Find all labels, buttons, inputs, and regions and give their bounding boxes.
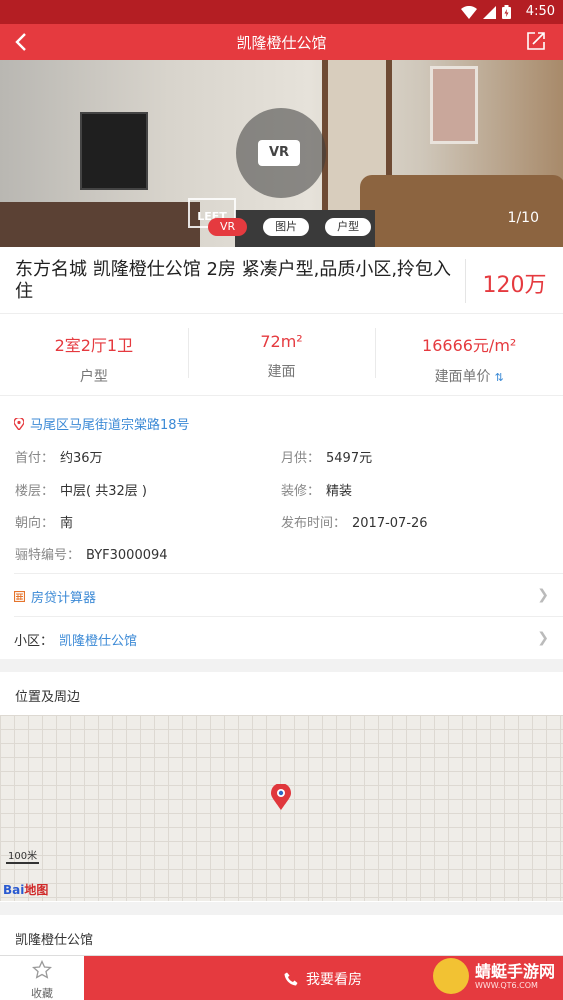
listing-header: 东方名城 凯隆橙仕公馆 2房 紧凑户型,品质小区,拎包入住 120万 xyxy=(0,247,563,314)
listing-details: 马尾区马尾街道宗棠路18号 首付： 约36万 月供： 5497元 楼层： 中层( 共3… xyxy=(0,396,563,659)
listing-title: 东方名城 凯隆橙仕公馆 2房 紧凑户型,品质小区,拎包入住 xyxy=(15,259,452,302)
publish-date-info: 发布时间： 2017-07-26 xyxy=(281,512,428,531)
listing-code-label: 骊特编号： xyxy=(15,548,81,563)
stat-unit-price-label: 建面单价 xyxy=(434,369,491,385)
stat-layout: 2室2厅1卫 户型 xyxy=(0,314,188,395)
gallery-tabs: VR 图片 户型 xyxy=(208,218,372,236)
orientation-label: 朝向： xyxy=(15,516,55,531)
wifi-icon xyxy=(461,5,477,19)
battery-icon xyxy=(502,5,511,19)
top-nav-bar: 凯隆橙仕公馆 xyxy=(0,24,563,60)
book-viewing-label: 我要看房 xyxy=(306,972,362,988)
stat-unit-price-value: 16666元/m² xyxy=(422,336,517,355)
mortgage-calculator-label: 房贷计算器 xyxy=(31,591,97,606)
status-bar: 4:50 xyxy=(0,0,563,24)
decoration-info: 装修： 精装 xyxy=(281,480,352,499)
address-row[interactable]: 马尾区马尾街道宗棠路18号 xyxy=(14,414,190,433)
decoration-value: 精装 xyxy=(326,484,353,499)
photo-counter: 1/10 xyxy=(507,210,539,226)
monthly-payment: 月供： 5497元 xyxy=(281,447,372,466)
down-payment-value: 约36万 xyxy=(60,451,103,466)
stat-layout-label: 户型 xyxy=(79,369,108,385)
decoration-label: 装修： xyxy=(281,484,321,499)
location-section-title: 位置及周边 xyxy=(15,690,81,705)
star-icon xyxy=(31,959,53,979)
location-map[interactable]: 100米 Bai地图 xyxy=(0,715,563,901)
floor-label: 楼层： xyxy=(15,484,55,499)
monthly-payment-label: 月供： xyxy=(281,451,321,466)
community-row[interactable]: 小区： 凯隆橙仕公馆 ❯ xyxy=(0,617,563,659)
stat-area-label: 建面 xyxy=(267,364,296,380)
stat-unit-price-label-row: 建面单价 ⇅ xyxy=(375,366,563,386)
book-viewing-button[interactable]: 我要看房 蜻蜓手游网 WWW.QT6.COM xyxy=(84,956,563,1000)
photo-tv-stand xyxy=(0,202,200,247)
down-payment: 首付： 约36万 xyxy=(15,447,103,466)
location-icon xyxy=(14,417,24,430)
watermark-text-block: 蜻蜓手游网 WWW.QT6.COM xyxy=(474,961,555,990)
map-brand-text: Bai xyxy=(3,883,25,897)
tab-photos[interactable]: 图片 xyxy=(263,218,310,236)
page-title: 凯隆橙仕公馆 xyxy=(236,34,327,52)
mortgage-calculator-row[interactable]: 房贷计算器 ❯ xyxy=(0,574,563,616)
map-scale: 100米 xyxy=(6,847,40,864)
publish-date-label: 发布时间： xyxy=(281,516,347,531)
stat-area: 72m² 建面 xyxy=(187,314,376,395)
watermark-url: WWW.QT6.COM xyxy=(474,980,538,990)
site-watermark: 蜻蜓手游网 WWW.QT6.COM xyxy=(432,958,555,994)
community-label: 小区： xyxy=(14,634,54,649)
photo-painting xyxy=(430,66,478,144)
favorite-label: 收藏 xyxy=(31,987,53,1000)
community-link[interactable]: 凯隆橙仕公馆 xyxy=(59,630,137,649)
chevron-right-icon: ❯ xyxy=(537,630,549,646)
calculator-icon xyxy=(14,591,25,602)
share-icon[interactable] xyxy=(525,30,547,52)
chevron-right-icon: ❯ xyxy=(537,587,549,603)
stat-area-value: 72m² xyxy=(260,332,303,351)
orientation-value: 南 xyxy=(60,516,74,531)
tab-floorplan[interactable]: 户型 xyxy=(325,218,372,236)
map-pin-icon[interactable] xyxy=(271,784,291,810)
monthly-payment-value: 5497元 xyxy=(326,451,373,466)
status-icons xyxy=(461,5,511,19)
community-row-content: 小区： 凯隆橙仕公馆 xyxy=(14,630,137,649)
community-section: 凯隆橙仕公馆 xyxy=(0,915,563,955)
vr-badge: VR xyxy=(258,140,300,166)
watermark-title: 蜻蜓手游网 xyxy=(474,961,555,981)
signal-icon xyxy=(483,5,496,19)
phone-icon xyxy=(284,972,298,986)
location-section: 位置及周边 100米 Bai地图 xyxy=(0,672,563,902)
floor-value: 中层( 共32层 ) xyxy=(60,484,147,499)
floor-info: 楼层： 中层( 共32层 ) xyxy=(15,480,147,499)
stat-layout-value: 2室2厅1卫 xyxy=(54,336,134,355)
mortgage-calculator-content: 房贷计算器 xyxy=(14,587,96,606)
favorite-button[interactable]: 收藏 xyxy=(0,956,84,1000)
map-brand-text-2: 地图 xyxy=(24,883,49,897)
bottom-action-bar: 收藏 我要看房 蜻蜓手游网 WWW.QT6.COM xyxy=(0,955,563,1000)
listing-code-value: BYF3000094 xyxy=(86,548,168,563)
listing-price: 120万 xyxy=(482,273,547,298)
status-time: 4:50 xyxy=(525,4,555,19)
map-brand-logo: Bai地图 xyxy=(3,881,48,898)
orientation-info: 朝向： 南 xyxy=(15,512,73,531)
listing-code-info: 骊特编号： BYF3000094 xyxy=(15,544,168,563)
community-section-title: 凯隆橙仕公馆 xyxy=(15,933,94,948)
address-text: 马尾区马尾街道宗棠路18号 xyxy=(30,418,190,433)
photo-tv xyxy=(80,112,148,190)
listing-stats: 2室2厅1卫 户型 72m² 建面 16666元/m² 建面单价 ⇅ xyxy=(0,314,563,396)
sort-arrows-icon[interactable]: ⇅ xyxy=(495,371,504,384)
book-viewing-content: 我要看房 xyxy=(284,969,362,989)
dragonfly-logo-icon xyxy=(432,958,469,994)
stat-unit-price[interactable]: 16666元/m² 建面单价 ⇅ xyxy=(375,314,563,395)
down-payment-label: 首付： xyxy=(15,451,55,466)
publish-date-value: 2017-07-26 xyxy=(352,516,428,531)
tab-vr[interactable]: VR xyxy=(208,218,248,236)
